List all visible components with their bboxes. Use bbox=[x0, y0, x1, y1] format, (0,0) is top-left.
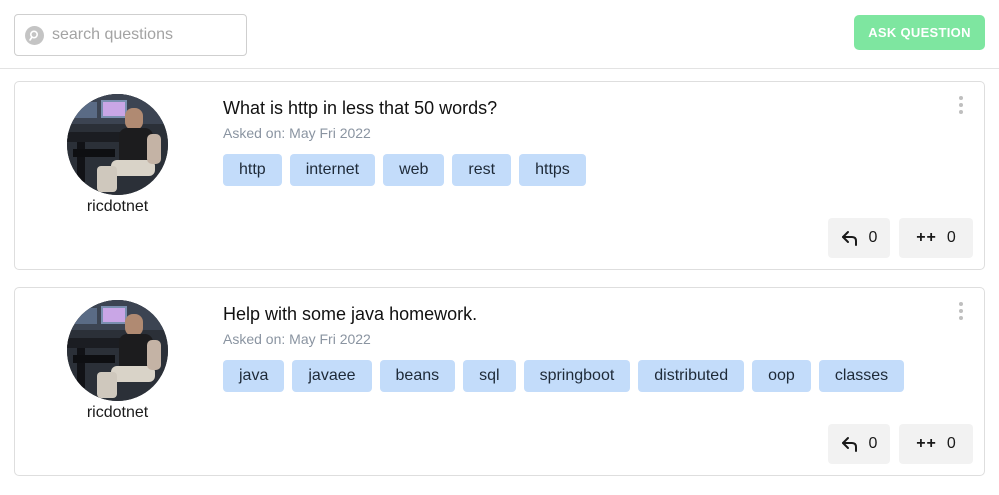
tag[interactable]: sql bbox=[463, 360, 516, 392]
tag[interactable]: distributed bbox=[638, 360, 745, 392]
more-options-icon[interactable] bbox=[955, 94, 967, 116]
tag[interactable]: web bbox=[383, 154, 445, 186]
username[interactable]: ricdotnet bbox=[67, 404, 168, 422]
ask-question-button[interactable]: ASK QUESTION bbox=[854, 15, 985, 50]
search-box[interactable] bbox=[14, 14, 247, 56]
plus-one-button[interactable]: ++ 0 bbox=[899, 424, 973, 464]
tag-list: http internet web rest https bbox=[223, 154, 586, 186]
tag-list: java javaee beans sql springboot distrib… bbox=[223, 360, 905, 392]
top-bar: ASK QUESTION bbox=[0, 0, 999, 69]
plus-one-button[interactable]: ++ 0 bbox=[899, 218, 973, 258]
tag[interactable]: http bbox=[223, 154, 282, 186]
reply-button[interactable]: 0 bbox=[828, 218, 890, 258]
reply-icon bbox=[841, 437, 857, 452]
question-date: Asked on: May Fri 2022 bbox=[223, 331, 371, 347]
tag[interactable]: https bbox=[519, 154, 586, 186]
question-card[interactable]: ricdotnet What is http in less that 50 w… bbox=[14, 81, 985, 270]
search-icon bbox=[25, 25, 44, 45]
tag[interactable]: rest bbox=[452, 154, 512, 186]
question-title[interactable]: What is http in less that 50 words? bbox=[223, 98, 497, 119]
plus-plus-icon: ++ bbox=[916, 229, 937, 246]
tag[interactable]: javaee bbox=[292, 360, 372, 392]
reply-icon bbox=[841, 231, 857, 246]
reply-count: 0 bbox=[868, 435, 878, 452]
question-card[interactable]: ricdotnet Help with some java homework. … bbox=[14, 287, 985, 476]
more-options-icon[interactable] bbox=[955, 300, 967, 322]
search-input[interactable] bbox=[52, 26, 242, 44]
tag[interactable]: springboot bbox=[523, 360, 631, 392]
tag[interactable]: java bbox=[223, 360, 285, 392]
tag[interactable]: classes bbox=[818, 360, 905, 392]
question-title[interactable]: Help with some java homework. bbox=[223, 304, 477, 325]
tag[interactable]: oop bbox=[752, 360, 811, 392]
plus-count: 0 bbox=[946, 229, 956, 246]
plus-plus-icon: ++ bbox=[916, 435, 937, 452]
tag[interactable]: beans bbox=[379, 360, 456, 392]
plus-count: 0 bbox=[946, 435, 956, 452]
avatar[interactable] bbox=[67, 94, 168, 195]
reply-count: 0 bbox=[868, 229, 878, 246]
reply-button[interactable]: 0 bbox=[828, 424, 890, 464]
question-date: Asked on: May Fri 2022 bbox=[223, 125, 371, 141]
username[interactable]: ricdotnet bbox=[67, 198, 168, 216]
tag[interactable]: internet bbox=[289, 154, 376, 186]
avatar[interactable] bbox=[67, 300, 168, 401]
